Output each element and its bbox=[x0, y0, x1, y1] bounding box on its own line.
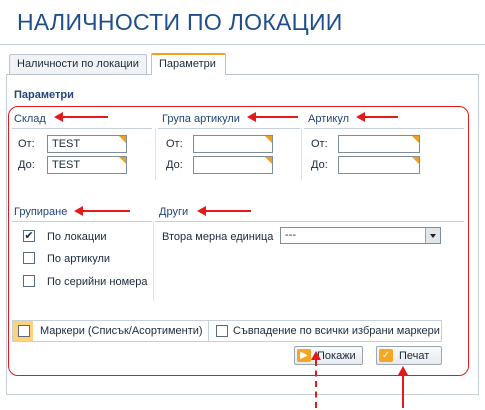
annotation-arrow bbox=[255, 116, 298, 118]
lookup-corner-icon bbox=[265, 157, 272, 164]
second-unit-value: --- bbox=[285, 229, 296, 241]
warehouse-from-value: TEST bbox=[52, 138, 81, 150]
tab-parameters[interactable]: Параметри bbox=[151, 53, 226, 75]
second-unit-label: Втора мерна единица bbox=[162, 231, 274, 243]
grouping-group-label: Групиране bbox=[14, 206, 68, 218]
column-separator bbox=[155, 128, 156, 180]
item-group-from-input[interactable] bbox=[193, 135, 273, 153]
item-group-to-input[interactable] bbox=[193, 156, 273, 174]
other-group-label: Други bbox=[159, 206, 189, 218]
lookup-corner-icon bbox=[265, 136, 272, 143]
show-button-label: Покажи bbox=[317, 350, 356, 362]
play-arrow-icon: ▶ bbox=[297, 349, 311, 362]
item-from-label: От: bbox=[311, 138, 328, 150]
item-rule bbox=[304, 128, 464, 129]
item-from-input[interactable] bbox=[338, 135, 420, 153]
match-all-markers-checkbox[interactable] bbox=[216, 325, 228, 337]
print-button-label: Печат bbox=[399, 350, 430, 362]
item-group-group-label: Група артикули bbox=[162, 113, 240, 125]
page-title: НАЛИЧНОСТИ ПО ЛОКАЦИИ bbox=[17, 9, 343, 35]
tab-parameters-label: Параметри bbox=[159, 58, 216, 70]
group-by-item-label: По артикули bbox=[47, 253, 111, 265]
warehouse-from-label: От: bbox=[18, 138, 35, 150]
warehouse-from-input[interactable]: TEST bbox=[47, 135, 127, 153]
tab-stock-by-location-label: Наличности по локации bbox=[17, 58, 139, 70]
print-button[interactable]: ✓ Печат bbox=[376, 346, 442, 365]
group-by-location-label: По локации bbox=[47, 231, 107, 243]
item-to-input[interactable] bbox=[338, 156, 420, 174]
grouping-rule bbox=[12, 221, 152, 222]
other-rule bbox=[155, 221, 464, 222]
item-to-label: До: bbox=[311, 159, 328, 171]
markers-checkbox[interactable] bbox=[18, 325, 30, 337]
column-separator bbox=[153, 221, 154, 301]
annotation-arrow bbox=[62, 116, 108, 118]
item-group-rule bbox=[158, 128, 300, 129]
annotation-arrow bbox=[364, 116, 398, 118]
annotation-dashed-arrow bbox=[315, 360, 317, 408]
group-by-location-checkbox[interactable]: ✔ bbox=[23, 230, 35, 242]
item-group-label: Артикул bbox=[308, 113, 350, 125]
annotation-arrow bbox=[82, 210, 130, 212]
section-title: Параметри bbox=[14, 89, 74, 101]
group-by-item-checkbox[interactable] bbox=[23, 252, 35, 264]
item-group-to-label: До: bbox=[166, 159, 183, 171]
lookup-corner-icon bbox=[119, 157, 126, 164]
markers-separator bbox=[208, 321, 209, 341]
warehouse-group-label: Склад bbox=[14, 113, 46, 125]
warehouse-to-input[interactable]: TEST bbox=[47, 156, 127, 174]
tab-stock-by-location[interactable]: Наличности по локации bbox=[9, 54, 147, 75]
item-group-from-label: От: bbox=[166, 138, 183, 150]
markers-label: Маркери (Списък/Асортименти) bbox=[40, 325, 203, 337]
lookup-corner-icon bbox=[119, 136, 126, 143]
group-by-serial-label: По серийни номера bbox=[47, 276, 148, 288]
annotation-arrow bbox=[205, 210, 251, 212]
second-unit-select[interactable]: --- bbox=[280, 227, 441, 244]
title-divider bbox=[0, 44, 485, 45]
lookup-corner-icon bbox=[412, 136, 419, 143]
annotation-arrow bbox=[402, 374, 404, 408]
warehouse-rule bbox=[12, 128, 152, 129]
column-separator bbox=[301, 128, 302, 180]
lookup-corner-icon bbox=[412, 157, 419, 164]
show-button[interactable]: ▶ Покажи bbox=[294, 346, 363, 365]
chevron-down-icon[interactable] bbox=[425, 228, 440, 243]
warehouse-to-label: До: bbox=[18, 159, 35, 171]
checkmark-icon: ✓ bbox=[379, 349, 393, 362]
warehouse-to-value: TEST bbox=[52, 159, 81, 171]
match-all-markers-label: Съвпадение по всички избрани маркери bbox=[233, 325, 440, 337]
annotation-arrow-head bbox=[311, 351, 321, 360]
group-by-serial-checkbox[interactable] bbox=[23, 275, 35, 287]
